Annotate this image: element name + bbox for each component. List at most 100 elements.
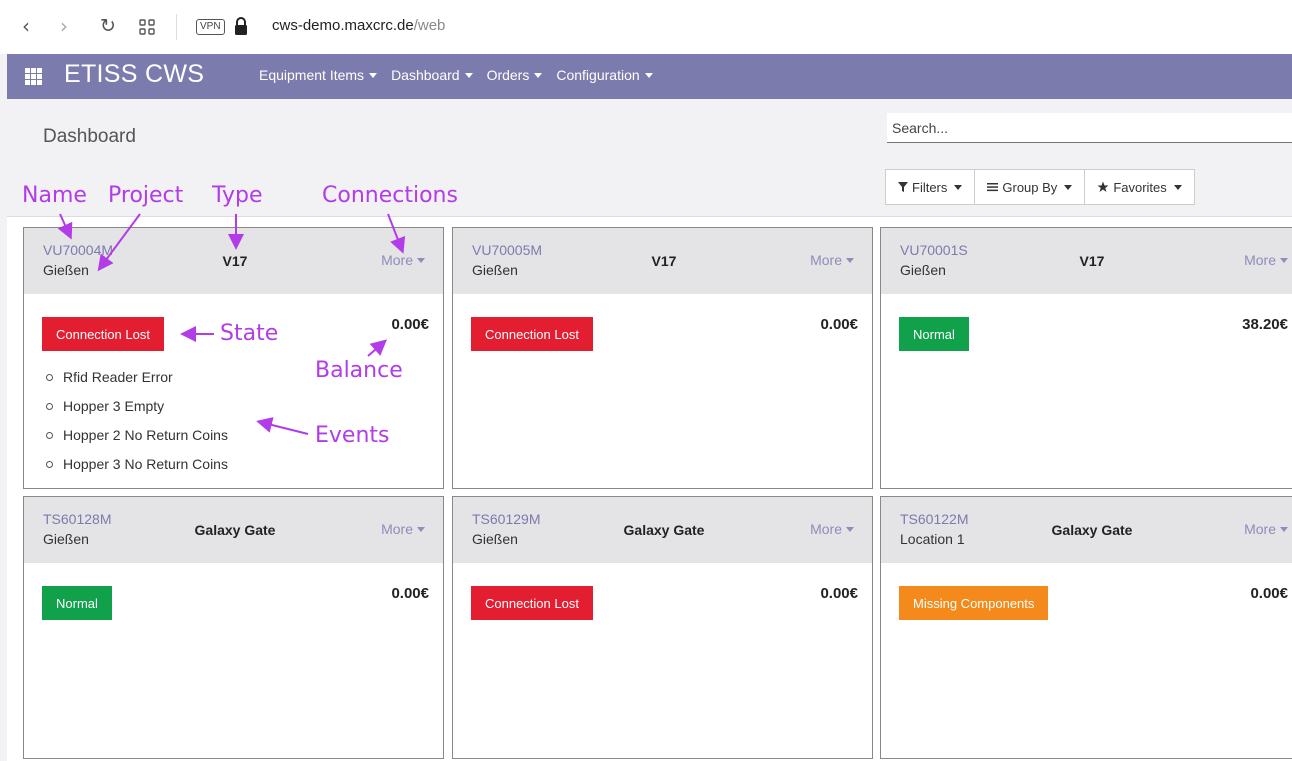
card-type: Galaxy Gate [623, 522, 705, 538]
back-arrow-icon[interactable]: ‹ [22, 14, 30, 38]
group-by-button[interactable]: Group By [975, 170, 1086, 204]
kanban-view: VU70004M Gießen V17 More Connection Lost… [7, 217, 1292, 761]
apps-grid-icon[interactable] [25, 68, 42, 85]
caret-down-icon [369, 73, 378, 78]
card-header: TS60122M Location 1 Galaxy Gate More [881, 497, 1292, 563]
card-name[interactable]: VU70004M [43, 242, 113, 258]
circle-bullet-icon [46, 403, 53, 410]
kanban-card[interactable]: TS60128M Gießen Galaxy Gate More Normal … [23, 496, 444, 759]
annotation-balance: Balance [315, 358, 403, 383]
caret-down-icon [534, 73, 543, 78]
balance-value: 0.00€ [1250, 585, 1288, 602]
search-input[interactable] [887, 113, 1292, 143]
card-type: V17 [222, 253, 248, 269]
kanban-card[interactable]: VU70001S Gießen V17 More Normal 38.20€ [880, 227, 1292, 489]
card-name[interactable]: TS60128M [43, 511, 111, 527]
events-list: Rfid Reader Error Hopper 3 Empty Hopper … [46, 367, 228, 483]
state-badge: Connection Lost [471, 317, 593, 351]
state-badge: Missing Components [899, 586, 1049, 620]
annotation-type: Type [212, 183, 263, 208]
caret-down-icon [644, 73, 653, 78]
caret-down-icon [846, 527, 854, 532]
balance-value: 38.20€ [1242, 316, 1288, 333]
search-options: Filters Group By Favorites [885, 169, 1195, 205]
bars-icon [987, 183, 999, 192]
menu-configuration[interactable]: Configuration [556, 67, 653, 83]
card-header: VU70004M Gießen V17 More [24, 228, 443, 294]
caret-down-icon [417, 527, 425, 532]
circle-bullet-icon [46, 461, 53, 468]
balance-value: 0.00€ [820, 585, 858, 602]
brand-title: ETISS CWS [64, 60, 205, 88]
kanban-card[interactable]: TS60122M Location 1 Galaxy Gate More Mis… [880, 496, 1292, 759]
card-name[interactable]: TS60129M [472, 511, 540, 527]
card-name[interactable]: VU70005M [472, 242, 542, 258]
annotation-name: Name [22, 183, 87, 208]
vpn-badge[interactable]: VPN [196, 19, 225, 35]
filter-icon [898, 182, 908, 192]
menu-dashboard[interactable]: Dashboard [391, 67, 473, 83]
menu-orders[interactable]: Orders [487, 67, 543, 83]
main-navbar: ETISS CWS Equipment Items Dashboard Orde… [7, 54, 1292, 99]
card-type: Galaxy Gate [194, 522, 276, 538]
event-item: Hopper 3 No Return Coins [46, 454, 228, 483]
card-name[interactable]: TS60122M [900, 511, 968, 527]
annotation-connections: Connections [322, 183, 458, 208]
kanban-card[interactable]: VU70005M Gießen V17 More Connection Lost… [452, 227, 873, 489]
caret-down-icon [1280, 527, 1288, 532]
address-bar[interactable]: cws-demo.maxcrc.de/web [272, 17, 445, 34]
event-item: Rfid Reader Error [46, 367, 228, 396]
balance-value: 0.00€ [820, 316, 858, 333]
card-type: V17 [1079, 253, 1105, 269]
caret-down-icon [1280, 258, 1288, 263]
circle-bullet-icon [46, 432, 53, 439]
forward-arrow-icon[interactable]: › [60, 14, 68, 38]
more-dropdown[interactable]: More [1244, 252, 1288, 268]
caret-down-icon [417, 258, 425, 263]
card-project: Gießen [472, 262, 518, 278]
top-menu: Equipment Items Dashboard Orders Configu… [259, 67, 653, 83]
annotation-project: Project [108, 183, 184, 208]
balance-value: 0.00€ [391, 585, 429, 602]
card-name[interactable]: VU70001S [900, 242, 968, 258]
more-dropdown[interactable]: More [381, 521, 425, 537]
circle-bullet-icon [46, 374, 53, 381]
card-header: VU70005M Gießen V17 More [453, 228, 872, 294]
kanban-card[interactable]: TS60129M Gießen Galaxy Gate More Connect… [452, 496, 873, 759]
star-icon [1097, 181, 1109, 192]
browser-toolbar: ‹ › ↻ VPN cws-demo.maxcrc.de/web [0, 0, 1292, 54]
breadcrumb: Dashboard [43, 126, 136, 147]
filters-button[interactable]: Filters [886, 170, 976, 204]
card-type: V17 [651, 253, 677, 269]
card-project: Gießen [43, 531, 89, 547]
card-project: Gießen [900, 262, 946, 278]
state-badge: Connection Lost [42, 317, 164, 351]
state-badge: Normal [42, 586, 112, 620]
more-dropdown[interactable]: More [810, 252, 854, 268]
control-panel: Dashboard Filters Group By Favorites [7, 99, 1292, 217]
more-dropdown[interactable]: More [1244, 521, 1288, 537]
url-path: /web [413, 17, 446, 34]
annotation-events: Events [315, 423, 390, 448]
tab-grid-icon[interactable] [139, 19, 155, 35]
event-item: Hopper 3 Empty [46, 396, 228, 425]
card-project: Location 1 [900, 531, 965, 547]
caret-down-icon [464, 73, 473, 78]
reload-icon[interactable]: ↻ [100, 14, 116, 38]
caret-down-icon [846, 258, 854, 263]
card-header: TS60128M Gießen Galaxy Gate More [24, 497, 443, 563]
favorites-button[interactable]: Favorites [1085, 170, 1194, 204]
url-host: cws-demo.maxcrc.de [272, 17, 414, 34]
card-header: VU70001S Gießen V17 More [881, 228, 1292, 294]
event-item: Hopper 2 No Return Coins [46, 425, 228, 454]
lock-icon[interactable] [234, 16, 248, 36]
more-dropdown[interactable]: More [381, 252, 425, 268]
state-badge: Connection Lost [471, 586, 593, 620]
card-project: Gießen [43, 262, 89, 278]
card-header: TS60129M Gießen Galaxy Gate More [453, 497, 872, 563]
more-dropdown[interactable]: More [810, 521, 854, 537]
caret-down-icon [1064, 184, 1073, 190]
caret-down-icon [1173, 184, 1182, 190]
menu-equipment-items[interactable]: Equipment Items [259, 67, 378, 83]
state-badge: Normal [899, 317, 969, 351]
